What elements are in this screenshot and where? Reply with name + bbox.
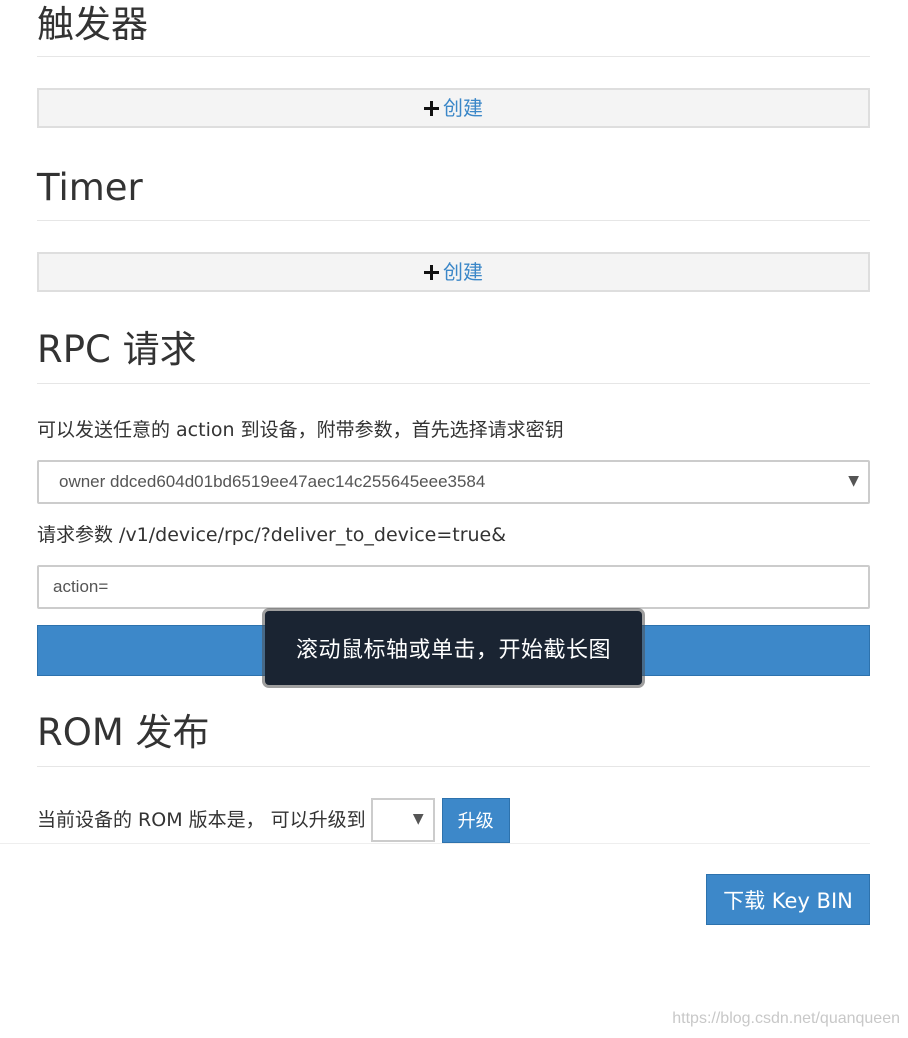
chevron-down-icon: ▼ [412,811,424,827]
plus-icon [424,100,439,116]
create-timer-button[interactable]: 创建 [37,252,870,292]
chevron-down-icon: ▼ [848,473,859,489]
request-params-input[interactable] [37,565,870,609]
rom-version-select[interactable]: ▼ [370,798,435,842]
rpc-heading: RPC 请求 [37,328,197,371]
triggers-heading: 触发器 [37,3,148,46]
watermark: https://blog.csdn.net/quanqueen [672,1010,900,1027]
screenshot-toast-text: 滚动鼠标轴或单击，开始截长图 [295,638,611,663]
rom-heading: ROM 发布 [37,711,210,754]
upgrade-button[interactable]: 升级 [441,797,510,843]
rpc-heading-divider [37,383,870,384]
footer-divider [0,843,870,844]
create-timer-label: 创建 [443,260,483,284]
rom-current-version-text: 当前设备的 ROM 版本是， 可以升级到 [37,809,366,831]
triggers-heading-divider [37,56,870,57]
create-trigger-label: 创建 [443,96,483,120]
create-trigger-button[interactable]: 创建 [37,88,870,128]
request-params-label: 请求参数 /v1/device/rpc/?deliver_to_device=t… [37,524,507,546]
rom-heading-divider [37,766,870,767]
rom-upgrade-row: 当前设备的 ROM 版本是， 可以升级到 ▼ 升级 [37,797,510,843]
screenshot-toast: 滚动鼠标轴或单击，开始截长图 [265,611,642,685]
download-key-bin-button[interactable]: 下载 Key BIN [706,874,870,925]
plus-icon [424,264,439,280]
rpc-description: 可以发送任意的 action 到设备，附带参数，首先选择请求密钥 [37,419,564,441]
timer-heading: Timer [37,166,143,209]
request-key-select[interactable]: owner ddced604d01bd6519ee47aec14c255645e… [37,460,870,504]
timer-heading-divider [37,220,870,221]
request-key-select-value: owner ddced604d01bd6519ee47aec14c255645e… [59,472,486,491]
